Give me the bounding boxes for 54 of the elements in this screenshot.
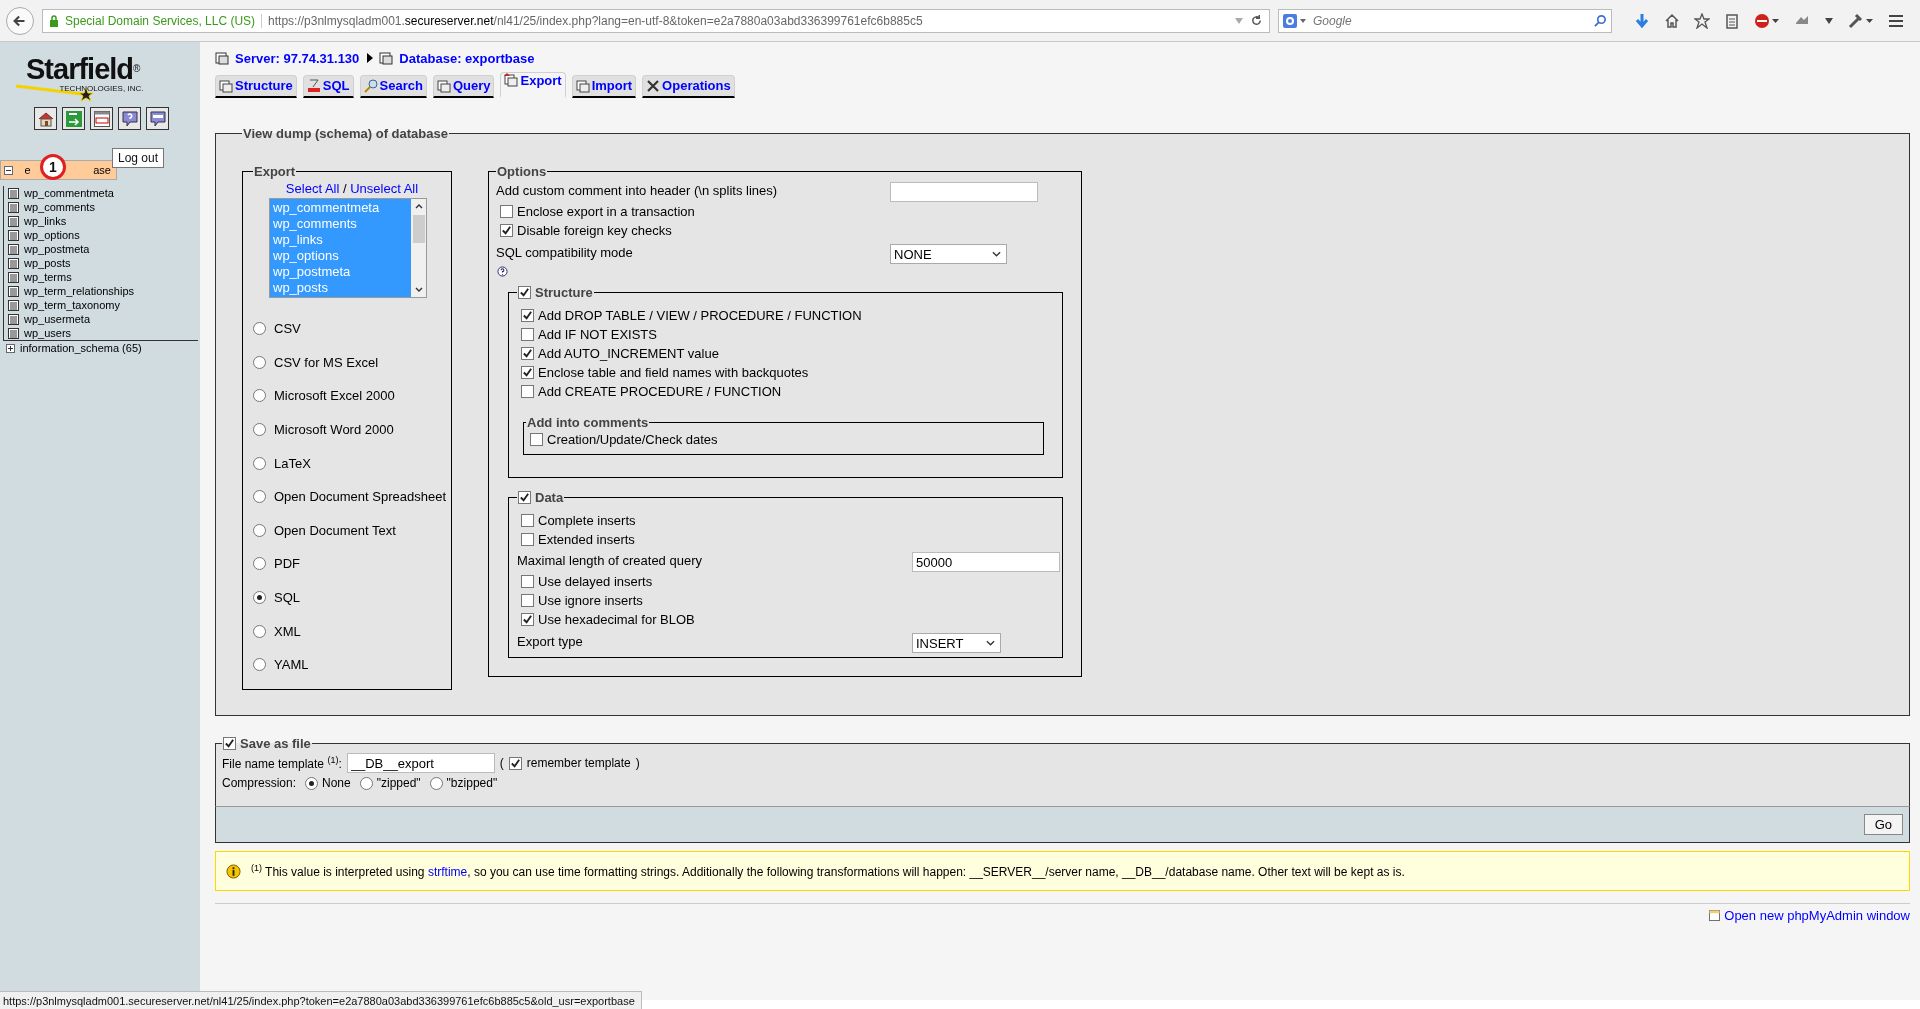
radio-label: YAML (274, 657, 309, 673)
database-name: ase (93, 164, 111, 176)
field-label: File name template $^{(1)}$: (222, 755, 342, 771)
radio-label: "bzipped" (446, 776, 498, 790)
field-label: Compression: (222, 776, 297, 790)
checkbox-label: Use hexadecimal for BLOB (538, 612, 695, 627)
radio-label: Microsoft Excel 2000 (274, 388, 395, 404)
radio-label: Open Document Spreadsheet (274, 489, 446, 505)
checkbox-label: remember template (526, 756, 631, 770)
logo-wordmark: Starfield$^{®}$ (26, 54, 140, 84)
step-marker: 1 (40, 154, 66, 180)
logo-subtitle: TECHNOLOGIES, INC. (59, 84, 144, 93)
database-name: e (24, 164, 31, 176)
panel-title: Data (535, 490, 564, 505)
field-label: SQL compatibility mode (496, 244, 634, 260)
checkbox-label: Creation/Update/Check dates (547, 432, 718, 447)
parenthesis: ( (499, 756, 504, 770)
radio-label: CSV for MS Excel (274, 354, 379, 370)
panel-title: View dump (schema) of database (242, 126, 449, 141)
url-text: https://p3nlmysqladm001.secureserver.net/nl41/25/index.php?lang=en-utf-8&token=e2a7880a03abd336399761efc6b885c5 (268, 13, 923, 28)
checkbox-label: Add CREATE PROCEDURE / FUNCTION (538, 384, 782, 399)
checkbox-label: Add IF NOT EXISTS (538, 327, 657, 342)
radio-label: XML (274, 623, 301, 639)
field-label: Maximal length of created query (517, 553, 703, 568)
radio-label: Microsoft Word 2000 (274, 422, 394, 438)
checkbox-label: Disable foreign key checks (517, 223, 672, 238)
tooltip: Log out (112, 148, 165, 168)
site-identity: Special Domain Services, LLC (US) (65, 13, 263, 28)
panel-title: Options (496, 164, 548, 179)
checkbox-label: Enclose export in a transaction (517, 204, 695, 219)
checkbox-label: Add DROP TABLE / VIEW / PROCEDURE / FUNCTION (538, 308, 862, 323)
panel-title: Save as file (240, 736, 311, 751)
radio-label: SQL (274, 590, 300, 606)
radio-label: "zipped" (376, 776, 421, 790)
notice-text: $^{(1)}$ This value is interpreted using strftime, so you can use time formatting strings. Additionally the following transformations will happen: __SERVER__/server name, __DB__/database name. Other text will be kept as is. (251, 863, 1405, 879)
field-label: Export type (517, 633, 584, 649)
checkbox-label: Complete inserts (538, 513, 636, 528)
radio-label: LaTeX (274, 455, 311, 471)
radio-label: PDF (274, 556, 300, 572)
status-bar: https://p3nlmysqladm001.secureserver.net/nl41/25/index.php?token=e2a7880a03abd336399761efc6b885c5&old_usr=exportbase (0, 991, 642, 1009)
panel-title: Structure (535, 285, 593, 300)
panel-title: Add into comments (526, 415, 650, 430)
radio-label: CSV (274, 321, 301, 337)
separator: / (342, 181, 347, 196)
radio-label: Open Document Text (274, 522, 396, 538)
checkbox-label: Add AUTO_INCREMENT value (538, 346, 719, 361)
panel-title: Export (253, 164, 297, 179)
parenthesis: ) (635, 756, 640, 770)
checkbox-label: Extended inserts (538, 532, 635, 547)
checkbox-label: Use delayed inserts (538, 574, 653, 589)
field-label: Add custom comment into header (\n splits lines) (496, 183, 779, 198)
checkbox-label: Enclose table and field names with backquotes (538, 365, 809, 380)
checkbox-label: Use ignore inserts (538, 593, 643, 608)
radio-label: None (322, 776, 351, 790)
